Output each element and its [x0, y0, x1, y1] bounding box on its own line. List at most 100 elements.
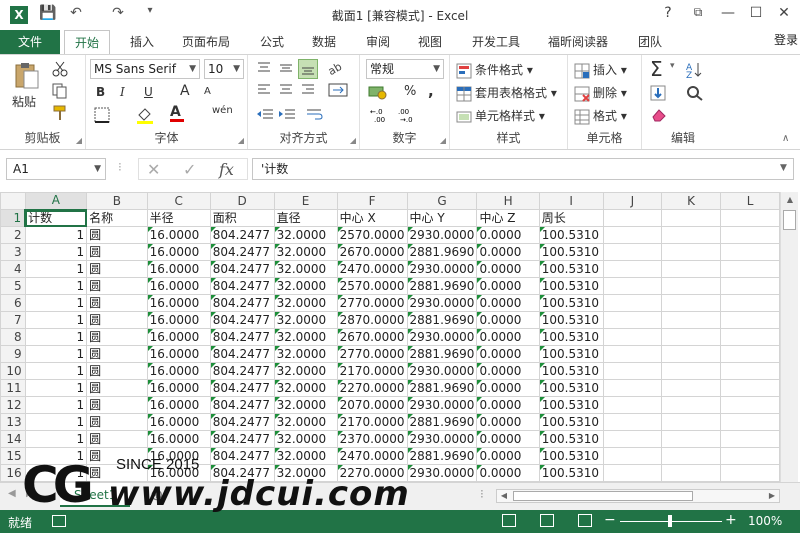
table-cell[interactable]	[602, 260, 663, 278]
table-cell[interactable]: 1	[24, 413, 88, 431]
table-cell[interactable]: 2881.9690	[406, 447, 478, 465]
tab-page-layout[interactable]: 页面布局	[182, 30, 230, 54]
italic-button[interactable]: I	[120, 85, 125, 99]
table-cell[interactable]: 16.0000	[146, 345, 211, 363]
table-cell[interactable]	[661, 311, 722, 329]
borders-icon[interactable]	[94, 107, 110, 126]
table-cell[interactable]: 32.0000	[273, 260, 338, 278]
table-cell[interactable]: 圆	[86, 379, 148, 397]
column-header[interactable]: C	[146, 192, 211, 210]
table-cell[interactable]: 圆	[86, 243, 148, 261]
table-cell[interactable]: 16.0000	[146, 464, 211, 482]
conditional-formatting-button[interactable]: 条件格式 ▾	[456, 61, 533, 79]
table-cell[interactable]: 0.0000	[476, 311, 540, 329]
column-header[interactable]: A	[24, 192, 88, 211]
table-cell[interactable]: 1	[24, 243, 88, 261]
table-cell[interactable]: 16.0000	[146, 430, 211, 448]
table-cell[interactable]	[661, 243, 722, 261]
table-cell[interactable]	[720, 362, 780, 380]
alignment-launcher-icon[interactable]: ◢	[350, 136, 356, 145]
table-cell[interactable]: 32.0000	[273, 447, 338, 465]
column-header[interactable]: G	[406, 192, 478, 210]
decrease-decimal-icon[interactable]: .00 →.0	[398, 107, 416, 126]
table-cell[interactable]: 16.0000	[146, 243, 211, 261]
table-cell[interactable]: 100.5310	[538, 277, 604, 295]
table-cell[interactable]: 2370.0000	[336, 430, 408, 448]
sheet-nav-prev-icon[interactable]: ◀	[8, 488, 16, 499]
table-cell[interactable]: 2870.0000	[336, 311, 408, 329]
ribbon-display-button[interactable]: ⧉	[686, 5, 710, 20]
wrap-text-icon[interactable]	[306, 107, 324, 124]
sort-filter-icon[interactable]: AZ	[686, 61, 708, 82]
table-cell[interactable]: 2881.9690	[406, 379, 478, 397]
zoom-level[interactable]: 100%	[748, 514, 782, 528]
table-cell[interactable]: 2881.9690	[406, 413, 478, 431]
table-cell[interactable]: 2881.9690	[406, 311, 478, 329]
table-cell[interactable]: 100.5310	[538, 413, 604, 431]
table-cell[interactable]	[720, 260, 780, 278]
table-cell[interactable]: 804.2477	[209, 243, 275, 261]
table-cell[interactable]: 圆	[86, 362, 148, 380]
table-cell[interactable]: 0.0000	[476, 260, 540, 278]
increase-indent-icon[interactable]	[278, 107, 296, 124]
row-header[interactable]: 9	[0, 345, 26, 363]
insert-cells-button[interactable]: 插入 ▾	[574, 61, 627, 79]
close-button[interactable]: ✕	[772, 5, 796, 21]
row-header[interactable]: 1	[0, 209, 27, 227]
row-header[interactable]: 14	[0, 430, 26, 448]
table-cell[interactable]	[661, 396, 722, 414]
cut-icon[interactable]	[52, 61, 68, 80]
table-cell[interactable]	[720, 413, 780, 431]
row-header[interactable]: 5	[0, 277, 26, 295]
table-cell[interactable]	[720, 379, 780, 397]
page-layout-view-icon[interactable]	[540, 514, 554, 527]
table-cell[interactable]	[602, 396, 663, 414]
table-cell[interactable]: 2930.0000	[406, 396, 478, 414]
enter-icon[interactable]: ✓	[183, 160, 196, 179]
table-cell[interactable]: 1	[24, 379, 88, 397]
table-cell[interactable]: 2930.0000	[406, 294, 478, 312]
table-cell[interactable]	[602, 243, 663, 261]
tab-review[interactable]: 审阅	[366, 30, 390, 54]
table-cell[interactable]: 804.2477	[209, 362, 275, 380]
table-cell[interactable]: 100.5310	[538, 464, 604, 482]
table-cell[interactable]: 100.5310	[538, 328, 604, 346]
table-cell[interactable]: 2881.9690	[406, 277, 478, 295]
tab-file[interactable]: 文件	[0, 30, 60, 54]
table-cell[interactable]	[602, 430, 663, 448]
row-header[interactable]: 7	[0, 311, 26, 329]
table-cell[interactable]: 1	[24, 328, 88, 346]
autosum-button[interactable]: Σ	[650, 57, 663, 81]
table-cell[interactable]	[720, 226, 780, 244]
table-cell[interactable]: 32.0000	[273, 226, 338, 244]
table-cell[interactable]: 0.0000	[476, 226, 540, 244]
table-cell[interactable]: 2930.0000	[406, 226, 478, 244]
table-cell[interactable]: 2881.9690	[406, 345, 478, 363]
paste-icon[interactable]	[12, 61, 42, 89]
row-header[interactable]: 15	[0, 447, 26, 465]
table-cell[interactable]: 中心 Y	[406, 209, 478, 227]
table-cell[interactable]	[720, 328, 780, 346]
table-cell[interactable]: 100.5310	[538, 430, 604, 448]
table-cell[interactable]: 0.0000	[476, 396, 540, 414]
table-cell[interactable]: 2270.0000	[336, 379, 408, 397]
table-cell[interactable]: 32.0000	[273, 396, 338, 414]
table-cell[interactable]: 0.0000	[476, 328, 540, 346]
table-cell[interactable]: 804.2477	[209, 396, 275, 414]
currency-icon[interactable]	[368, 83, 388, 104]
table-cell[interactable]: 32.0000	[273, 362, 338, 380]
table-cell[interactable]: 圆	[86, 294, 148, 312]
font-size-combo[interactable]: 10 ▼	[204, 59, 244, 79]
table-cell[interactable]: 100.5310	[538, 226, 604, 244]
table-cell[interactable]: 1	[24, 260, 88, 278]
help-button[interactable]: ?	[656, 5, 680, 21]
font-launcher-icon[interactable]: ◢	[238, 136, 244, 145]
tab-home[interactable]: 开始	[64, 30, 111, 54]
table-cell[interactable]: 圆	[86, 226, 148, 244]
table-cell[interactable]	[602, 277, 663, 295]
table-cell[interactable]	[661, 209, 722, 227]
table-cell[interactable]: 32.0000	[273, 413, 338, 431]
table-cell[interactable]: 2570.0000	[336, 277, 408, 295]
scroll-up-icon[interactable]: ▲	[781, 192, 799, 208]
format-painter-icon[interactable]	[52, 105, 68, 124]
